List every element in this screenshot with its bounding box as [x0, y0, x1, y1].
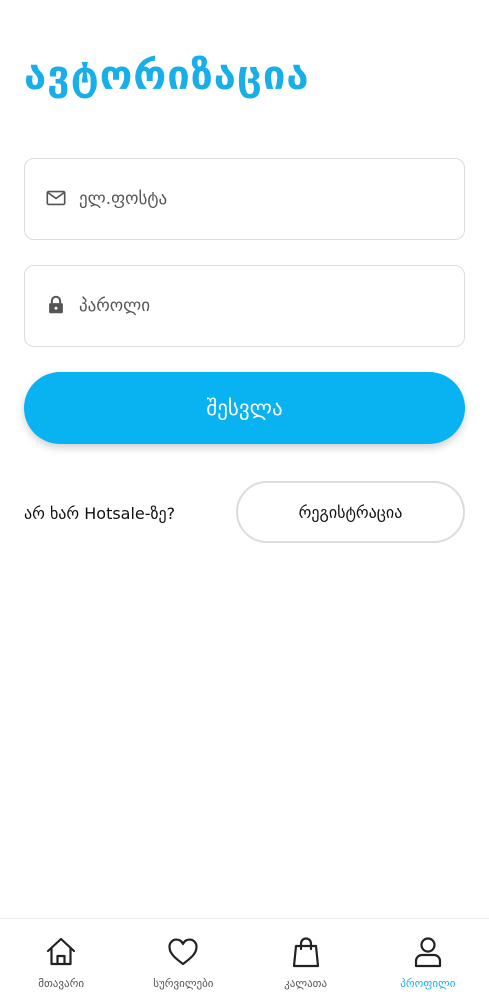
- mail-icon: [46, 190, 66, 206]
- nav-item-profile[interactable]: პროფილი: [367, 919, 489, 1000]
- bottom-nav: მთავარი სურვილები კალათა პროფილი: [0, 918, 489, 1000]
- lock-icon: [49, 295, 63, 314]
- heart-icon: [168, 938, 198, 966]
- nav-label-cart: კალათა: [284, 977, 328, 990]
- nav-item-cart[interactable]: კალათა: [245, 919, 367, 1000]
- nav-item-home[interactable]: მთავარი: [0, 919, 122, 1000]
- shopping-bag-icon: [292, 937, 319, 968]
- login-button[interactable]: შესვლა: [24, 372, 465, 444]
- nav-label-profile: პროფილი: [400, 977, 456, 990]
- email-input[interactable]: [79, 159, 449, 239]
- home-icon: [47, 937, 76, 966]
- email-field-container[interactable]: [24, 158, 465, 240]
- signup-prompt: არ ხარ Hotsale-ზე?: [24, 504, 176, 523]
- login-screen: ავტორიზაცია შესვლა არ ხარ Hotsale-ზე? რე…: [0, 0, 489, 1000]
- page-title: ავტორიზაცია: [24, 53, 310, 99]
- user-icon: [414, 937, 441, 968]
- nav-label-home: მთავარი: [38, 977, 85, 990]
- nav-label-wishlist: სურვილები: [153, 977, 214, 990]
- password-input[interactable]: [79, 266, 449, 346]
- nav-item-wishlist[interactable]: სურვილები: [122, 919, 244, 1000]
- register-button[interactable]: რეგისტრაცია: [236, 481, 465, 543]
- password-field-container[interactable]: [24, 265, 465, 347]
